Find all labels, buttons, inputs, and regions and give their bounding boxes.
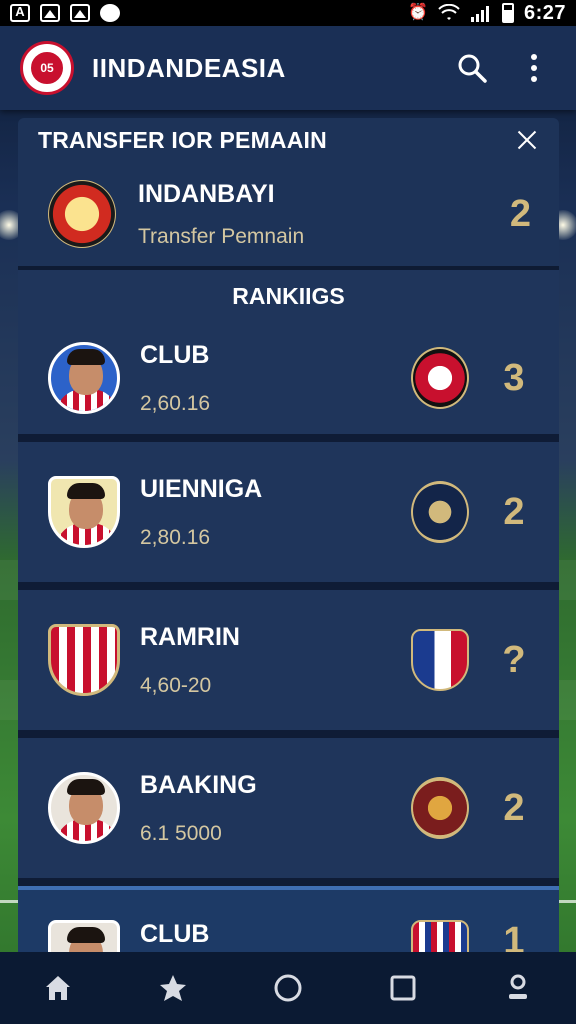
profile-icon [509,974,528,999]
home-icon [45,976,70,1000]
wifi-icon [438,4,460,20]
nav-favorites[interactable] [147,962,199,1014]
ranking-row[interactable]: CLUB 2,60.16 3 [18,322,559,442]
ranking-number: 2 [503,786,525,829]
club-crest-icon [48,624,120,696]
gallery-icon [70,4,90,22]
app-logo-text: 05 [28,49,66,87]
shield-icon [100,4,120,22]
transfer-panel: TRANSFER IOR PEMAAIN INDANBAYI Transfer … [18,118,559,992]
more-options-button[interactable] [512,46,556,90]
nav-profile[interactable] [492,962,544,1014]
square-icon [390,975,416,1001]
more-vert-icon [531,54,537,82]
ranking-row[interactable]: RAMRIN 4,60-20 ? [18,590,559,738]
club-badge-icon [411,629,469,691]
transfer-name: INDANBAYI [138,179,275,208]
club-badge-icon [411,777,469,839]
panel-title: TRANSFER IOR PEMAAIN [38,126,327,153]
club-crest-icon [48,180,116,248]
clock: 6:27 [523,1,566,24]
ranking-name: BAAKING [140,770,257,799]
nav-recents[interactable] [377,962,429,1014]
transfer-number: 2 [509,192,531,235]
app-logo[interactable]: 05 [20,41,74,95]
player-avatar [48,342,120,414]
ranking-value: 6.1 5000 [140,821,222,845]
ranking-name: UIENNIGA [140,474,263,503]
search-button[interactable] [450,46,494,90]
player-avatar [48,772,120,844]
nav-home[interactable] [32,962,84,1014]
ranking-row[interactable]: UIENNIGA 2,80.16 2 [18,442,559,590]
alarm-icon: ⏰ [408,4,428,21]
transfer-card[interactable]: INDANBAYI Transfer Pemnain 2 [18,162,559,270]
ranking-name: RAMRIN [140,622,240,651]
circle-icon [274,974,302,1002]
ranking-number: 2 [503,490,525,533]
text-a-icon [10,4,30,22]
ranking-value: 2,60.16 [140,391,211,415]
player-avatar [48,476,120,548]
ranking-name: CLUB [140,920,210,948]
search-icon [458,54,487,83]
app-title: IINDANDEASIA [92,52,286,83]
ranking-number: ? [502,638,526,681]
status-bar: ⏰ 6:27 [0,0,576,26]
panel-header: TRANSFER IOR PEMAAIN [18,118,559,162]
signal-icon [470,6,489,22]
rankings-heading: RANKIIGS [18,270,559,322]
star-icon [159,975,186,1001]
image-icon [40,4,60,22]
app-bar: 05 IINDANDEASIA [0,26,576,110]
ranking-name: CLUB [140,340,210,369]
close-icon[interactable] [515,128,539,152]
club-badge-icon [411,347,469,409]
club-badge-icon [411,481,469,543]
bottom-nav [0,952,576,1024]
ranking-value: 2,80.16 [140,525,211,549]
ranking-number: 3 [503,356,525,399]
battery-icon [501,3,514,23]
transfer-subtitle: Transfer Pemnain [138,224,305,248]
ranking-row[interactable]: BAAKING 6.1 5000 2 [18,738,559,886]
nav-home-circle[interactable] [262,962,314,1014]
ranking-value: 4,60-20 [140,673,212,697]
